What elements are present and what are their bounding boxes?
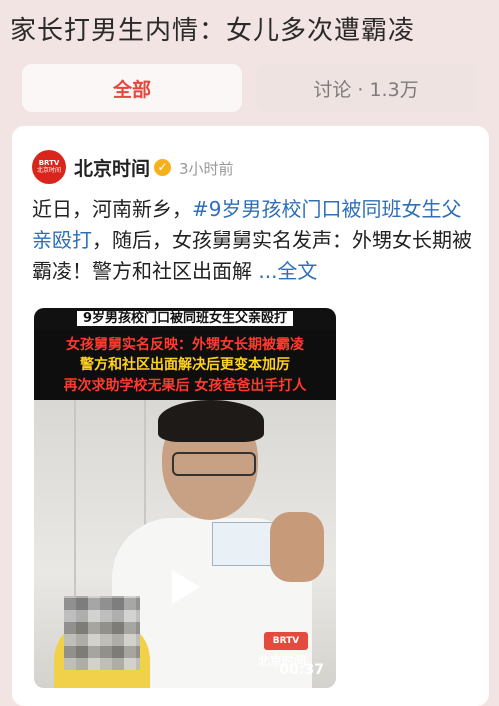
topic-title: 家长打男生内情：女儿多次遭霸凌: [10, 16, 416, 46]
video-duration: 00:37: [279, 662, 324, 678]
read-more-link[interactable]: ...全文: [258, 259, 317, 283]
video-caption-line-3: 再次求助学校无果后 女孩爸爸出手打人: [63, 378, 307, 394]
video-top-banner-text: 9岁男孩校门口被同班女生父亲殴打: [76, 311, 294, 326]
play-icon[interactable]: [172, 570, 200, 604]
post-card[interactable]: BRTV 北京时间 北京时间 ✓ 3小时前 近日，河南新乡，#9岁男孩校门口被同…: [12, 126, 489, 706]
avatar-name-text: 北京时间: [36, 167, 61, 174]
person-hair: [158, 400, 264, 442]
post-text-suffix: ，随后，女孩舅舅实名发声：外甥女长期被霸凌！警方和社区出面解: [32, 228, 472, 283]
post-time: 3小时前: [179, 160, 234, 178]
video-top-banner: 9岁男孩校门口被同班女生父亲殴打: [34, 308, 336, 330]
avatar[interactable]: BRTV 北京时间: [32, 150, 66, 184]
video-caption-line-2: 警方和社区出面解决后更变本加厉: [80, 357, 290, 373]
video-caption-area: 女孩舅舅实名反映：外甥女长期被霸凌 警方和社区出面解决后更变本加厉 再次求助学校…: [34, 330, 336, 400]
tab-all[interactable]: 全部: [22, 64, 242, 112]
author-name[interactable]: 北京时间: [74, 154, 150, 181]
watermark-logo: BRTV: [264, 632, 308, 650]
avatar-logo-text: BRTV: [38, 159, 60, 167]
video-player[interactable]: 9岁男孩校门口被同班女生父亲殴打 女孩舅舅实名反映：外甥女长期被霸凌 警方和社区…: [34, 308, 336, 688]
hand: [270, 512, 324, 582]
tab-discussion[interactable]: 讨论 · 1.3万: [256, 64, 476, 112]
post-text-prefix: 近日，河南新乡，: [32, 197, 192, 221]
verified-icon: ✓: [154, 159, 171, 176]
post-text: 近日，河南新乡，#9岁男孩校门口被同班女生父亲殴打，随后，女孩舅舅实名发声：外甥…: [32, 194, 478, 287]
id-card: [212, 522, 278, 566]
video-caption-line-1: 女孩舅舅实名反映：外甥女长期被霸凌: [66, 337, 304, 353]
mosaic-blur-overlay: [64, 596, 140, 670]
video-frame: BRTV 北京时间: [34, 400, 336, 688]
glasses: [172, 452, 256, 476]
